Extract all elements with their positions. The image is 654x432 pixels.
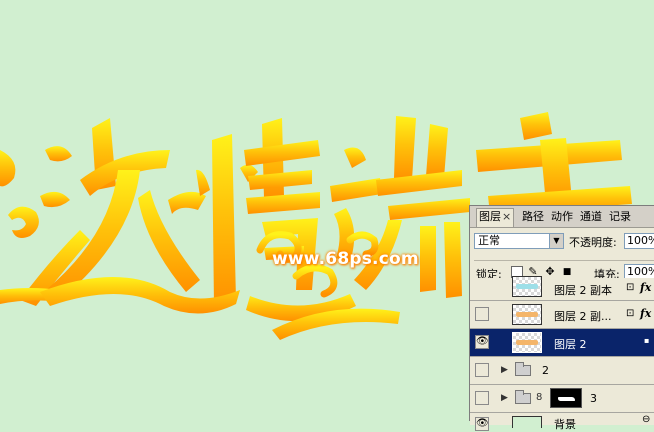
padlock-icon: ⊡ [626, 282, 635, 293]
layers-panel: 图层× 路径 动作 通道 记录 正常 ▼ 不透明度: 100% 锁定: ✎ ✥ … [469, 205, 654, 431]
expand-triangle-icon[interactable]: ▶ [501, 393, 508, 403]
layer-thumbnail [512, 276, 542, 297]
layer-row-copy2[interactable]: 图层 2 副... ⊡ fx [470, 301, 654, 329]
layer-name: 图层 2 副... [554, 310, 612, 323]
tab-channels[interactable]: 通道 [580, 209, 602, 224]
layer-row-copy[interactable]: 图层 2 副本 ⊡ fx [470, 276, 654, 301]
layer-name: 2 [542, 364, 549, 377]
folder-icon [515, 362, 531, 376]
visibility-toggle[interactable] [475, 363, 489, 377]
layer-name: 3 [590, 392, 597, 405]
blend-row: 正常 ▼ 不透明度: 100% [474, 233, 654, 251]
layer-thumbnail [512, 332, 542, 353]
expand-triangle-icon[interactable]: ▶ [501, 365, 508, 375]
layer-group-2[interactable]: ▶ 2 [470, 357, 654, 385]
layer-name: 图层 2 [554, 338, 587, 351]
tab-layers-label: 图层 [479, 210, 501, 223]
layer-mask-thumbnail[interactable] [550, 388, 582, 408]
layer-row-background[interactable]: 👁 背景 ⊖ [470, 413, 654, 431]
visibility-toggle[interactable] [475, 391, 489, 405]
opacity-label: 不透明度: [569, 236, 617, 249]
visibility-toggle[interactable] [475, 307, 489, 321]
padlock-icon[interactable]: ■ [561, 266, 573, 278]
brush-icon: ▪ [644, 336, 650, 345]
tab-paths[interactable]: 路径 [522, 209, 544, 224]
layer-row-selected[interactable]: 👁 图层 2 ▪ [470, 329, 654, 357]
opacity-field[interactable]: 100% [624, 233, 654, 249]
panel-tabbar: 图层× 路径 动作 通道 记录 [470, 206, 654, 228]
thumbnail-art [516, 340, 538, 345]
tab-history[interactable]: 记录 [609, 209, 631, 224]
chain-link-icon[interactable]: 8 [536, 392, 542, 403]
chevron-down-icon[interactable]: ▼ [549, 234, 563, 248]
blend-mode-select[interactable]: 正常 ▼ [474, 233, 564, 249]
thumbnail-art [516, 312, 538, 317]
watermark-text: www.68ps.com [272, 249, 419, 269]
layer-thumbnail [512, 416, 542, 428]
layer-name: 图层 2 副本 [554, 284, 612, 297]
move-lock-icon[interactable]: ✥ [544, 266, 556, 278]
close-icon[interactable]: × [502, 210, 511, 223]
layer-name: 背景 [554, 418, 576, 431]
tab-layers[interactable]: 图层× [476, 208, 515, 227]
layer-group-3[interactable]: ▶ 8 3 [470, 385, 654, 413]
folder-icon [515, 390, 531, 404]
layer-thumbnail [512, 304, 542, 325]
eye-icon[interactable]: 👁 [475, 335, 489, 349]
thumbnail-art [516, 284, 538, 289]
padlock-icon: ⊡ [626, 308, 635, 319]
fx-icon[interactable]: fx [640, 307, 651, 320]
tab-actions[interactable]: 动作 [551, 209, 573, 224]
eye-icon[interactable]: 👁 [475, 417, 489, 431]
fx-icon[interactable]: fx [640, 281, 651, 294]
blend-mode-value: 正常 [478, 234, 500, 247]
padlock-icon: ⊖ [642, 414, 651, 425]
